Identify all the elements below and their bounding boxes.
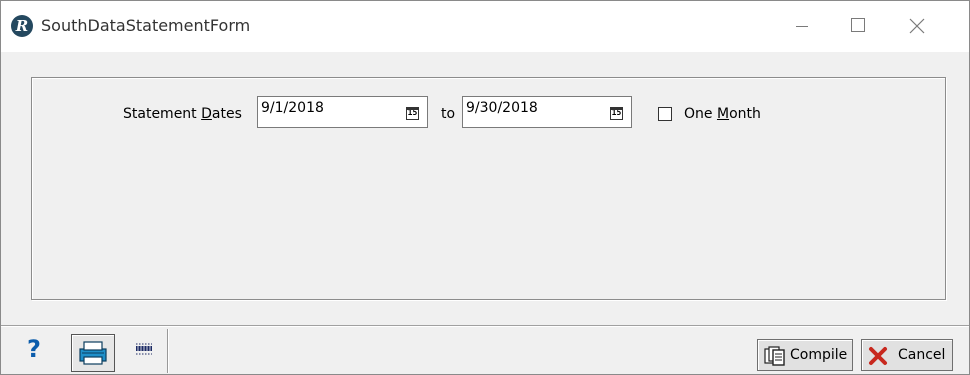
- statement-dates-label: Statement Dates: [123, 106, 242, 122]
- help-button[interactable]: ?: [21, 327, 69, 373]
- calendar-icon[interactable]: 15: [406, 107, 419, 120]
- one-month-label[interactable]: One Month: [684, 106, 761, 122]
- date-from-field[interactable]: 9/1/2018 15: [257, 96, 428, 128]
- app-icon: R: [11, 15, 33, 37]
- toolbar-divider-highlight: [168, 329, 169, 373]
- minimize-button[interactable]: [779, 1, 825, 52]
- calendar-icon[interactable]: 15: [610, 107, 623, 120]
- grid-icon: [136, 343, 152, 355]
- maximize-button[interactable]: [836, 1, 882, 52]
- cancel-button-label: Cancel: [898, 347, 946, 363]
- print-button[interactable]: [71, 334, 115, 372]
- close-icon: [909, 18, 925, 34]
- compile-button[interactable]: Compile: [757, 339, 853, 371]
- to-label: to: [441, 106, 456, 122]
- application-window: R SouthDataStatementForm Statement Dates…: [0, 0, 970, 375]
- date-to-value: 9/30/2018: [466, 100, 538, 116]
- date-from-value: 9/1/2018: [261, 100, 324, 116]
- close-button[interactable]: [894, 1, 940, 52]
- printer-icon: [79, 341, 107, 365]
- documents-icon: [764, 346, 785, 366]
- one-month-checkbox[interactable]: [658, 107, 672, 121]
- date-to-field[interactable]: 9/30/2018 15: [462, 96, 632, 128]
- help-icon: ?: [27, 335, 41, 363]
- title-bar: R SouthDataStatementForm: [1, 1, 969, 52]
- window-title: SouthDataStatementForm: [41, 16, 251, 35]
- app-icon-letter: R: [15, 17, 29, 35]
- cancel-button[interactable]: Cancel: [861, 339, 953, 371]
- cancel-x-icon: [869, 347, 887, 365]
- compile-button-label: Compile: [790, 347, 848, 363]
